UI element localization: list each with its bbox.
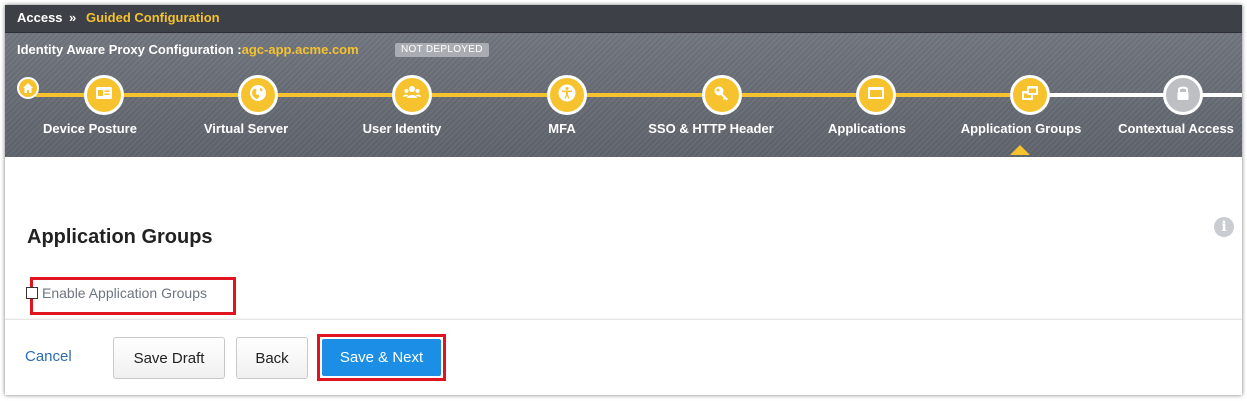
app-frame: Access » Guided Configuration Identity A… — [5, 5, 1242, 395]
step-label-mfa: MFA — [548, 121, 576, 136]
step-sso-http-header[interactable] — [702, 75, 742, 115]
config-label: Identity Aware Proxy Configuration : — [17, 42, 242, 57]
enable-application-groups-label[interactable]: Enable Application Groups — [42, 285, 207, 301]
users-icon — [402, 83, 422, 108]
accessibility-icon — [557, 83, 577, 108]
globe-icon — [248, 83, 268, 108]
enable-application-groups-checkbox[interactable] — [26, 287, 38, 299]
wizard-header: Access » Guided Configuration Identity A… — [5, 5, 1242, 157]
windows-stack-icon — [1020, 83, 1040, 108]
current-step-pointer — [1010, 145, 1030, 155]
breadcrumb: Access » Guided Configuration — [5, 5, 1242, 33]
breadcrumb-current: Guided Configuration — [86, 10, 220, 25]
save-draft-button[interactable]: Save Draft — [113, 337, 225, 379]
info-icon[interactable]: i — [1214, 217, 1234, 237]
enable-application-groups-option[interactable]: Enable Application Groups — [26, 285, 207, 301]
config-title: Identity Aware Proxy Configuration :agc-… — [17, 42, 359, 57]
home-icon[interactable] — [17, 77, 39, 99]
section-title: Application Groups — [27, 226, 213, 248]
step-applications[interactable] — [856, 75, 896, 115]
step-label-contextual-access: Contextual Access — [1118, 121, 1234, 136]
breadcrumb-separator: » — [69, 10, 77, 25]
cancel-link[interactable]: Cancel — [25, 348, 72, 365]
id-card-icon — [94, 83, 114, 108]
step-user-identity[interactable] — [392, 75, 432, 115]
status-badge: NOT DEPLOYED — [395, 43, 489, 57]
step-label-application-groups: Application Groups — [960, 121, 1082, 136]
lock-icon — [1173, 83, 1193, 108]
step-mfa[interactable] — [547, 75, 587, 115]
step-device-posture[interactable] — [84, 75, 124, 115]
step-virtual-server[interactable] — [238, 75, 278, 115]
progress-line-remaining — [1030, 93, 1242, 97]
step-label-user-identity: User Identity — [362, 121, 442, 136]
back-button[interactable]: Back — [236, 337, 308, 379]
step-label-virtual-server: Virtual Server — [203, 121, 289, 136]
step-application-groups[interactable] — [1010, 75, 1050, 115]
breadcrumb-root[interactable]: Access — [17, 5, 63, 31]
step-label-device-posture: Device Posture — [43, 121, 137, 136]
step-label-applications: Applications — [827, 121, 907, 136]
save-next-button[interactable]: Save & Next — [322, 339, 441, 376]
window-icon — [866, 83, 886, 108]
key-icon — [712, 83, 732, 108]
step-label-sso-http-header: SSO & HTTP Header — [648, 121, 774, 136]
step-contextual-access[interactable] — [1163, 75, 1203, 115]
config-host: agc-app.acme.com — [241, 42, 359, 57]
